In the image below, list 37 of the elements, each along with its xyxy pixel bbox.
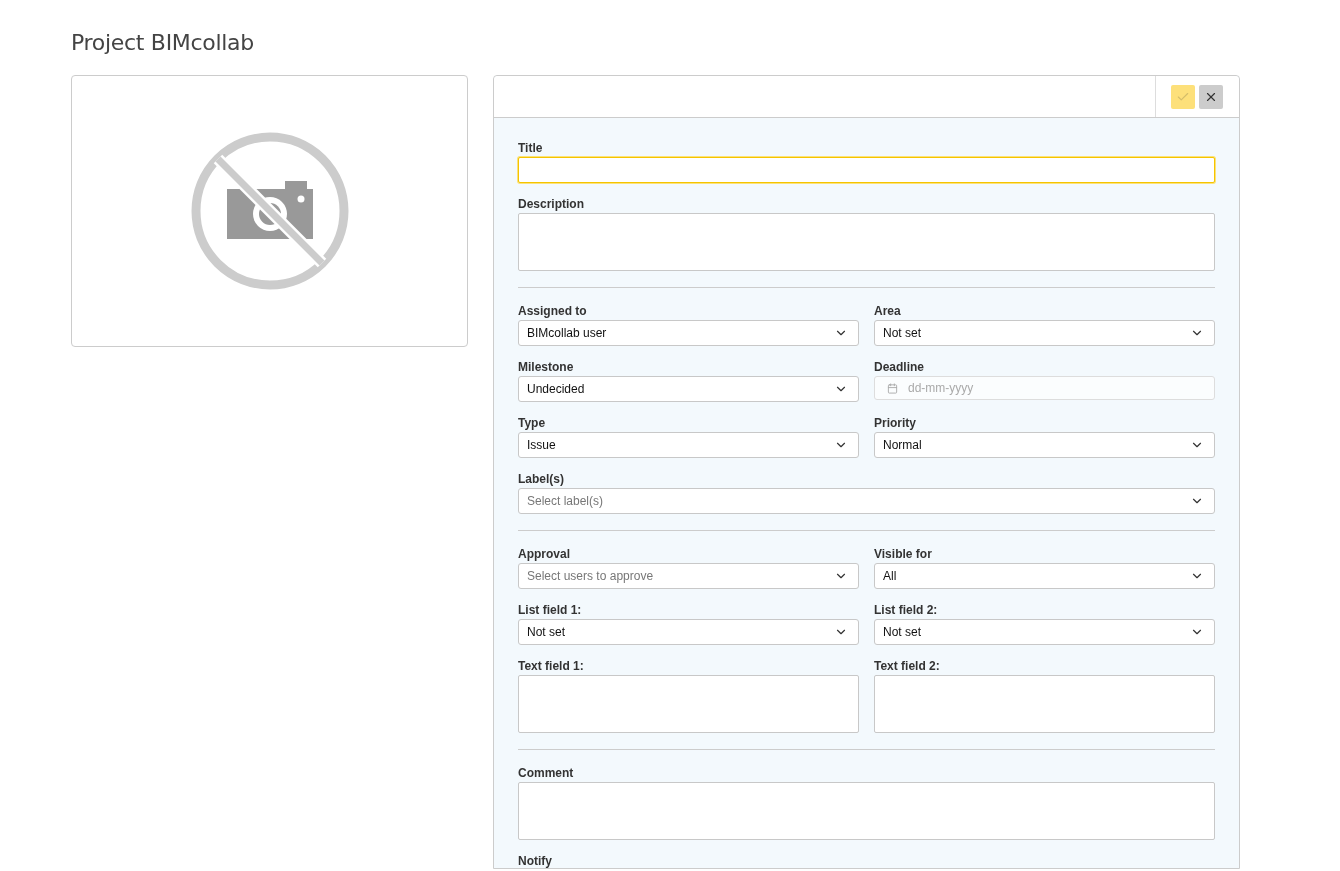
field-label: Label(s) bbox=[518, 472, 565, 486]
text-area[interactable] bbox=[518, 675, 859, 733]
text-area[interactable] bbox=[518, 782, 1215, 840]
select-field[interactable]: Select label(s) bbox=[518, 488, 1215, 514]
field-label: Comment bbox=[518, 766, 575, 780]
field-label: Description bbox=[518, 197, 585, 211]
no-photo-icon bbox=[189, 131, 350, 291]
field-label: List field 2: bbox=[874, 603, 939, 617]
calendar-icon bbox=[887, 382, 898, 394]
title-input[interactable] bbox=[518, 157, 1215, 183]
field-label: Visible for bbox=[874, 547, 933, 561]
select-field[interactable]: BIMcollab user bbox=[518, 320, 859, 346]
select-field[interactable]: Undecided bbox=[518, 376, 859, 402]
field-label: Assigned to bbox=[518, 304, 588, 318]
field-label: Title bbox=[518, 141, 544, 155]
close-button[interactable] bbox=[1199, 84, 1223, 109]
text-area[interactable] bbox=[874, 675, 1215, 733]
select-field[interactable]: Normal bbox=[874, 432, 1215, 458]
field-label: Text field 1: bbox=[518, 659, 585, 673]
field-label: Area bbox=[874, 304, 902, 318]
select-field[interactable]: Issue bbox=[518, 432, 859, 458]
select-field[interactable]: All bbox=[874, 563, 1215, 589]
field-label: Type bbox=[518, 416, 547, 430]
field-label: Notify bbox=[518, 854, 553, 868]
page-title: Project BIMcollab bbox=[71, 30, 255, 55]
date-placeholder: dd-mm-yyyy bbox=[908, 381, 974, 395]
select-field[interactable]: Not set bbox=[874, 320, 1215, 346]
field-label: Priority bbox=[874, 416, 917, 430]
select-field[interactable]: Select users to approve bbox=[518, 563, 859, 589]
field-label: List field 1: bbox=[518, 603, 583, 617]
text-area[interactable] bbox=[518, 213, 1215, 271]
field-label: Approval bbox=[518, 547, 571, 561]
field-label: Milestone bbox=[518, 360, 575, 374]
field-label: Deadline bbox=[874, 360, 925, 374]
select-field[interactable]: Not set bbox=[518, 619, 859, 645]
select-field[interactable]: Not set bbox=[874, 619, 1215, 645]
field-label: Text field 2: bbox=[874, 659, 941, 673]
